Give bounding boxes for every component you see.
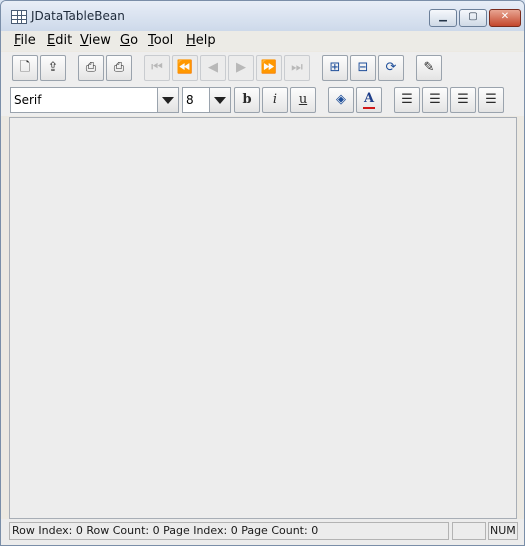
justify-icon: ☰ <box>485 92 497 107</box>
align-left-button[interactable]: ☰ <box>394 87 420 113</box>
main-toolbar: 🗋 ⇪ ⎙ ⎙ ⏮ ⏪ ◀ ▶ ⏩ ⏭ ⊞ ⊟ ⟳ ✎ <box>1 52 524 84</box>
status-info-panel: Row Index: 0 Row Count: 0 Page Index: 0 … <box>9 522 449 540</box>
align-left-icon: ☰ <box>401 92 413 107</box>
align-center-button[interactable]: ☰ <box>422 87 448 113</box>
close-button[interactable]: ✕ <box>489 9 521 27</box>
table-app-icon <box>11 10 27 24</box>
justify-button[interactable]: ☰ <box>478 87 504 113</box>
menu-view[interactable]: View <box>80 33 111 48</box>
next-button[interactable]: ▶ <box>228 55 254 81</box>
print-button[interactable]: ⎙ <box>78 55 104 81</box>
minimize-button[interactable]: ▁ <box>429 9 457 27</box>
open-icon: ⇪ <box>47 60 59 75</box>
delete-row-button[interactable]: ⊟ <box>350 55 376 81</box>
previous-page-button[interactable]: ⏪ <box>172 55 198 81</box>
maximize-icon: ▢ <box>468 11 478 22</box>
align-right-icon: ☰ <box>457 92 469 107</box>
align-center-icon: ☰ <box>429 92 441 107</box>
italic-button[interactable]: i <box>262 87 288 113</box>
format-toolbar: Serif 8 b i u ◈ A ☰ ☰ ☰ ☰ <box>1 84 524 116</box>
font-size-combo[interactable]: 8 <box>182 87 231 113</box>
export-icon: ✎ <box>423 60 435 75</box>
title-bar: JDataTableBean ▁ ▢ ✕ <box>1 1 524 32</box>
print-preview-button[interactable]: ⎙ <box>106 55 132 81</box>
close-icon: ✕ <box>500 11 510 22</box>
app-window: JDataTableBean ▁ ▢ ✕ File Edit View Go T… <box>0 0 525 546</box>
open-button[interactable]: ⇪ <box>40 55 66 81</box>
menu-edit[interactable]: Edit <box>47 33 72 48</box>
maximize-button[interactable]: ▢ <box>459 9 487 27</box>
window-title: JDataTableBean <box>31 9 125 23</box>
print-icon: ⎙ <box>85 60 97 75</box>
first-icon: ⏮ <box>151 60 163 75</box>
status-empty-panel <box>452 522 486 540</box>
underline-button[interactable]: u <box>290 87 316 113</box>
font-name-combo[interactable]: Serif <box>10 87 179 113</box>
status-text: Row Index: 0 Row Count: 0 Page Index: 0 … <box>12 524 319 537</box>
next-page-icon: ⏩ <box>260 60 278 75</box>
insert-row-button[interactable]: ⊞ <box>322 55 348 81</box>
underline-icon: u <box>298 92 308 107</box>
num-lock-label: NUM <box>490 524 516 537</box>
bold-icon: b <box>242 92 252 107</box>
status-bar: Row Index: 0 Row Count: 0 Page Index: 0 … <box>1 519 524 545</box>
last-icon: ⏭ <box>291 60 303 75</box>
font-size-value: 8 <box>186 93 194 107</box>
menu-bar: File Edit View Go Tool Help <box>1 31 524 51</box>
print-preview-icon: ⎙ <box>113 60 125 75</box>
minimize-icon: ▁ <box>439 11 447 22</box>
first-button[interactable]: ⏮ <box>144 55 170 81</box>
menu-go[interactable]: Go <box>120 33 138 48</box>
export-button[interactable]: ✎ <box>416 55 442 81</box>
font-color-button[interactable]: A <box>356 87 382 113</box>
num-lock-indicator: NUM <box>488 522 518 540</box>
paint-bucket-icon: ◈ <box>336 92 346 107</box>
italic-icon: i <box>272 92 278 107</box>
next-page-button[interactable]: ⏩ <box>256 55 282 81</box>
menu-file[interactable]: File <box>14 33 36 48</box>
align-right-button[interactable]: ☰ <box>450 87 476 113</box>
bold-button[interactable]: b <box>234 87 260 113</box>
insert-row-icon: ⊞ <box>329 60 341 75</box>
new-document-icon: 🗋 <box>19 60 31 75</box>
previous-button[interactable]: ◀ <box>200 55 226 81</box>
refresh-icon: ⟳ <box>385 60 397 75</box>
table-area[interactable] <box>9 117 517 519</box>
refresh-button[interactable]: ⟳ <box>378 55 404 81</box>
chevron-down-icon[interactable] <box>157 88 178 112</box>
font-name-value: Serif <box>14 93 42 107</box>
previous-page-icon: ⏪ <box>176 60 194 75</box>
previous-icon: ◀ <box>208 60 218 75</box>
menu-tool[interactable]: Tool <box>148 33 173 48</box>
menu-help[interactable]: Help <box>186 33 216 48</box>
font-color-icon: A <box>363 91 375 109</box>
delete-row-icon: ⊟ <box>357 60 369 75</box>
next-icon: ▶ <box>236 60 246 75</box>
last-button[interactable]: ⏭ <box>284 55 310 81</box>
new-button[interactable]: 🗋 <box>12 55 38 81</box>
fill-color-button[interactable]: ◈ <box>328 87 354 113</box>
chevron-down-icon[interactable] <box>209 88 230 112</box>
